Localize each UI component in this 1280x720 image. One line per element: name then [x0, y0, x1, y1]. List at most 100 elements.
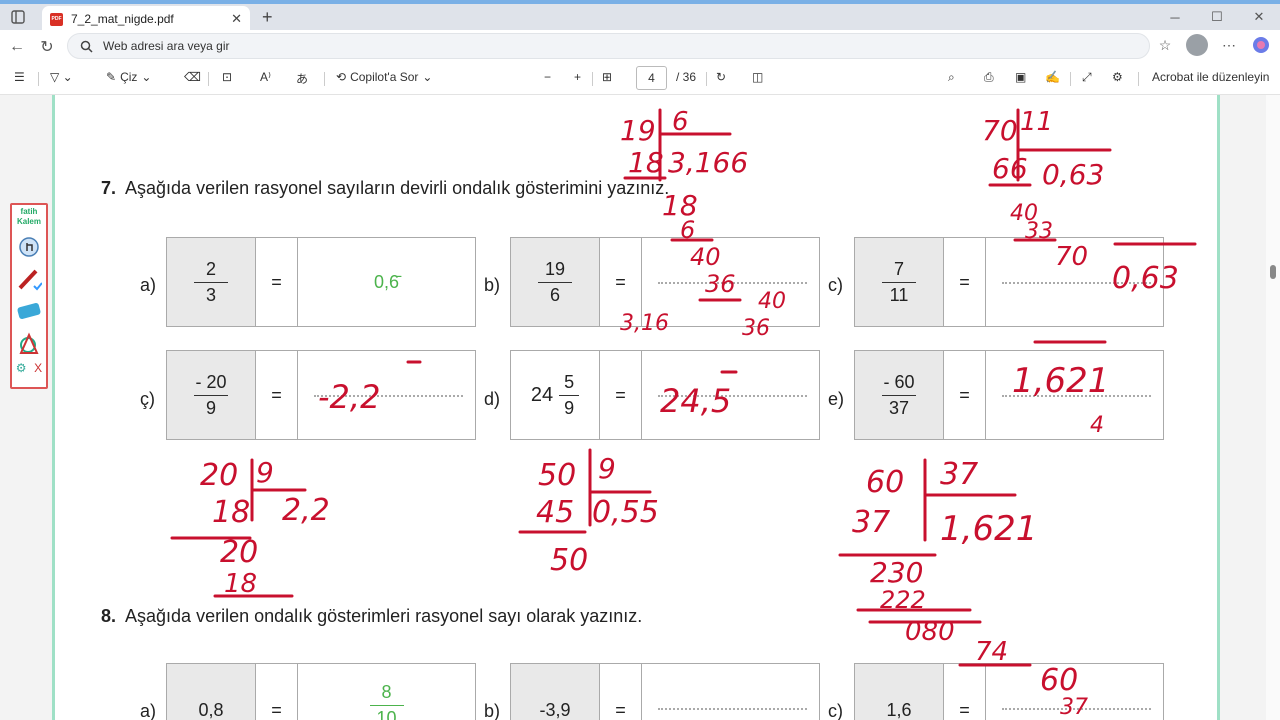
tab-strip: PDF 7_2_mat_nigde.pdf ✕ + ─ ☐ ✕ — [0, 0, 1280, 32]
tab-pdf[interactable]: PDF 7_2_mat_nigde.pdf ✕ — [42, 6, 250, 32]
fit-page-icon[interactable]: ⊞ — [602, 70, 612, 84]
draw-label: Çiz — [120, 70, 138, 84]
denominator: 37 — [888, 397, 910, 418]
copilot-button[interactable]: ⟲ Copilot'a Sor ⌄ — [336, 70, 432, 84]
shapes-tool-icon[interactable] — [13, 329, 45, 357]
read-aloud-icon[interactable]: A⁾ — [260, 70, 271, 84]
decimal-cell: 1,6 — [855, 664, 944, 720]
text-box-icon[interactable]: ⊡ — [222, 70, 232, 84]
find-icon[interactable]: ⌕ — [948, 70, 955, 85]
eraser-tool-icon[interactable] — [13, 297, 45, 325]
rotate-icon[interactable]: ↻ — [716, 70, 726, 84]
translate-icon[interactable]: あ — [296, 70, 308, 87]
zoom-out-icon[interactable]: − — [544, 70, 551, 84]
option-label: c) — [828, 701, 843, 720]
url-placeholder: Web adresi ara veya gir — [103, 39, 230, 53]
save-icon[interactable]: ▣ — [1015, 70, 1026, 84]
answer-cell[interactable] — [642, 664, 819, 720]
search-icon — [80, 40, 93, 53]
question-8-title: 8. Aşağıda verilen ondalık gösterimleri r… — [101, 606, 642, 627]
minimize-icon[interactable]: ─ — [1154, 4, 1196, 30]
denominator: 3 — [205, 284, 216, 305]
answer-box-c: 7 11 = — [854, 237, 1164, 327]
fraction-cell: - 60 37 — [855, 351, 944, 439]
equals-sign: = — [600, 351, 642, 439]
settings-icon[interactable]: ⚙ — [1112, 70, 1123, 84]
question-number: 8. — [101, 606, 117, 626]
address-bar: ← ↻ Web adresi ara veya gir ☆ ⋯ — [0, 30, 1280, 63]
page-number-input[interactable]: 4 — [636, 66, 667, 90]
answer-box-e: - 60 37 = — [854, 350, 1164, 440]
answer-box-d: 24 5 9 = — [510, 350, 820, 440]
fullscreen-icon[interactable]: ⤢ — [1082, 70, 1092, 85]
kalem-logo: fatih Kalem — [16, 207, 41, 226]
answer-box-a: 2 3 = 0,6̄ — [166, 237, 476, 327]
page-view-icon[interactable]: ◫ — [752, 70, 763, 84]
whole-number: 24 — [530, 383, 554, 406]
contents-icon[interactable]: ☰ — [14, 70, 25, 84]
more-icon[interactable]: ⋯ — [1218, 34, 1240, 56]
equals-sign: = — [944, 664, 986, 720]
equals-sign: = — [256, 238, 298, 326]
copilot-small-icon: ⟲ — [336, 70, 347, 84]
scrollbar[interactable] — [1266, 95, 1280, 720]
save-as-icon[interactable]: ✍ — [1045, 70, 1060, 84]
numerator: 2 — [205, 258, 216, 279]
draw-button[interactable]: ✎ Çiz ⌄ — [106, 70, 151, 84]
question-text: Aşağıda verilen ondalık gösterimleri ras… — [125, 606, 643, 626]
equals-sign: = — [600, 238, 642, 326]
answer-numerator: 8 — [381, 682, 392, 702]
answer-cell[interactable] — [986, 238, 1163, 326]
close-window-icon[interactable]: ✕ — [1238, 4, 1280, 30]
back-icon[interactable]: ← — [2, 32, 32, 62]
option-label: b) — [484, 701, 501, 720]
equals-sign: = — [256, 351, 298, 439]
answer-denominator: 10 — [376, 707, 397, 720]
equals-sign: = — [600, 664, 642, 720]
scroll-thumb[interactable] — [1270, 265, 1276, 279]
option-label: a) — [140, 275, 157, 295]
copilot-label: Copilot'a Sor — [350, 70, 419, 84]
hand-pointer-icon[interactable] — [13, 233, 45, 261]
pdf-icon: PDF — [50, 12, 63, 26]
url-input[interactable]: Web adresi ara veya gir — [67, 33, 1150, 59]
denominator: 9 — [564, 397, 575, 418]
new-tab-icon[interactable]: + — [262, 7, 273, 28]
option-label: e) — [828, 389, 845, 409]
highlight-icon[interactable]: ▽ ⌄ — [50, 70, 73, 84]
tab-actions-icon[interactable] — [8, 7, 28, 27]
refresh-icon[interactable]: ↻ — [32, 32, 62, 62]
answer-cell[interactable] — [642, 238, 819, 326]
question-text: Aşağıda verilen rasyonel sayıların devir… — [125, 178, 670, 198]
numerator: 7 — [893, 258, 904, 279]
settings-icon[interactable]: ⚙ — [16, 361, 27, 375]
answer-cell[interactable] — [642, 351, 819, 439]
answer-cell[interactable] — [986, 664, 1163, 720]
close-icon[interactable]: X — [34, 361, 42, 375]
acrobat-button[interactable]: Acrobat ile düzenleyin — [1152, 70, 1269, 84]
maximize-icon[interactable]: ☐ — [1196, 4, 1238, 30]
pen-tool-icon[interactable] — [13, 265, 45, 293]
zoom-in-icon[interactable]: + — [574, 70, 581, 84]
print-icon[interactable]: ⎙ — [984, 70, 994, 85]
fraction-cell: 19 6 — [511, 238, 600, 326]
window-controls: ─ ☐ ✕ — [1154, 4, 1280, 30]
decimal-box-c: 1,6 = — [854, 663, 1164, 720]
close-icon[interactable]: ✕ — [231, 11, 242, 27]
equals-sign: = — [256, 664, 298, 720]
answer-box-b: 19 6 = — [510, 237, 820, 327]
copilot-icon[interactable] — [1250, 34, 1272, 56]
decimal-box-b: -3,9 = — [510, 663, 820, 720]
total-pages: / 36 — [676, 70, 697, 84]
answer-cell[interactable] — [298, 351, 475, 439]
answer-cell: 0,6̄ — [298, 238, 475, 326]
denominator: 11 — [889, 284, 909, 305]
eraser-icon[interactable]: ⌫ — [184, 70, 201, 84]
question-7-title: 7. Aşağıda verilen rasyonel sayıların dev… — [101, 178, 669, 199]
denominator: 6 — [549, 284, 560, 305]
avatar[interactable] — [1186, 34, 1208, 56]
answer-cell[interactable] — [986, 351, 1163, 439]
option-label: ç) — [140, 389, 155, 409]
favorite-icon[interactable]: ☆ — [1154, 34, 1176, 56]
decimal-box-a: 0,8 = 8 10 — [166, 663, 476, 720]
